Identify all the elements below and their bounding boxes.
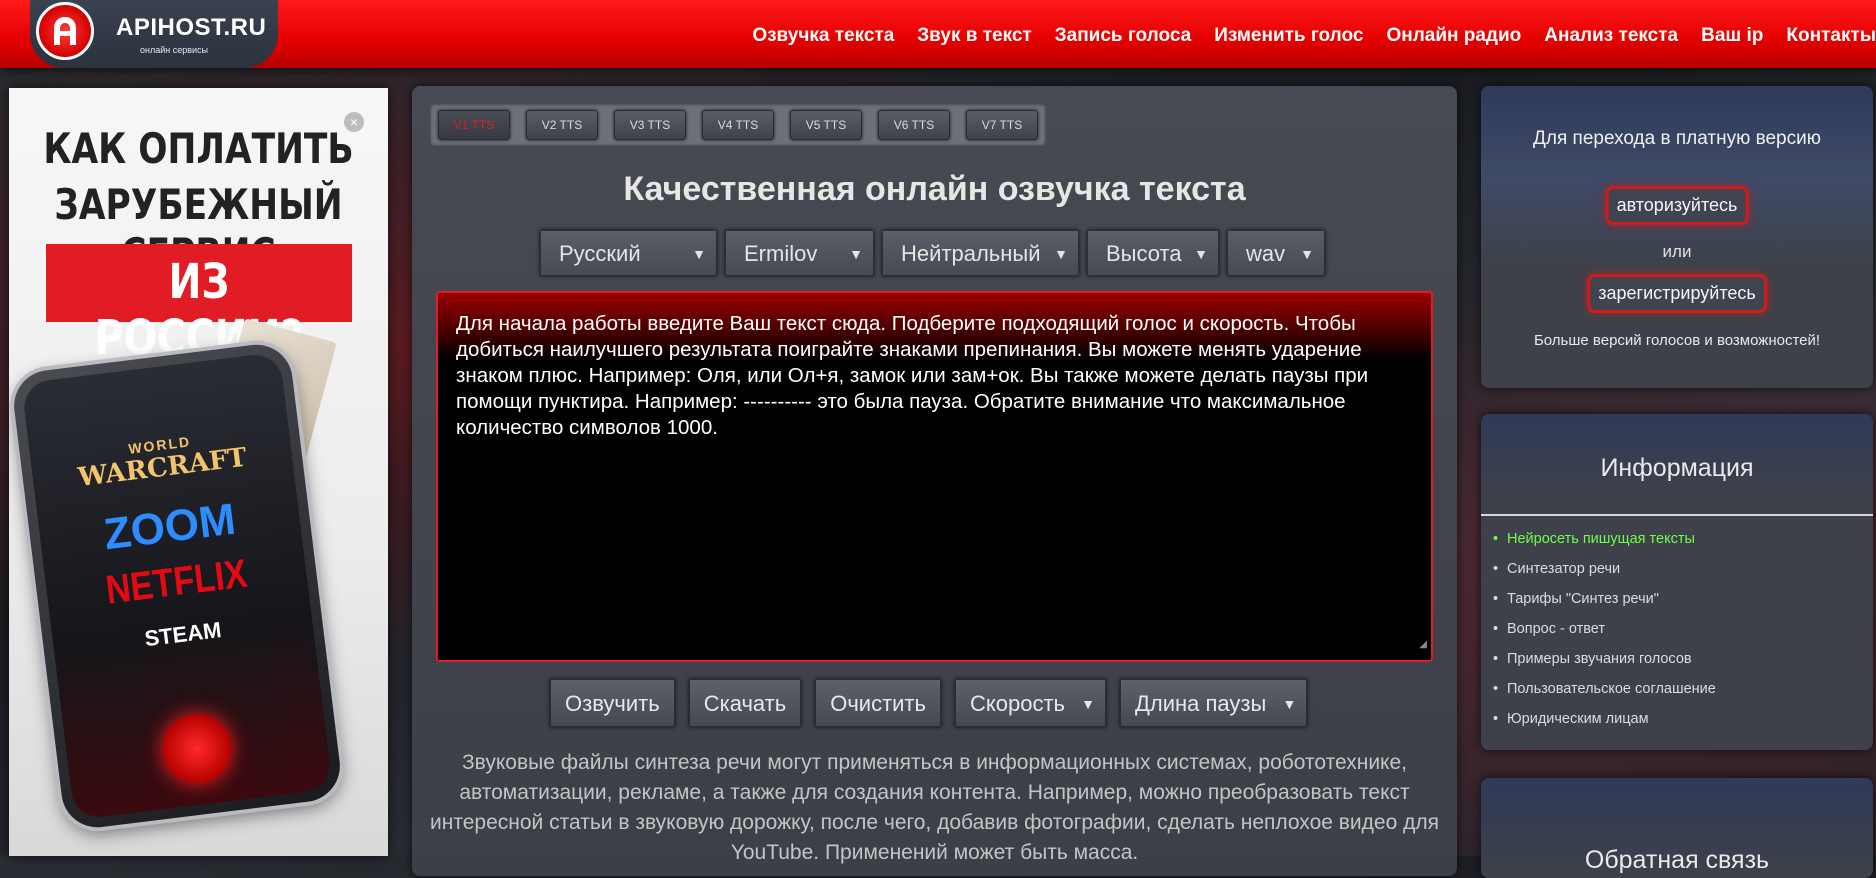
text-input[interactable]: Для начала работы введите Ваш текст сюда… — [436, 291, 1433, 662]
chevron-down-icon: ▼ — [1194, 246, 1208, 262]
voice-select-value: Ermilov — [744, 241, 818, 266]
format-select[interactable]: wav ▼ — [1227, 230, 1325, 276]
or-text: или — [1662, 242, 1692, 261]
feedback-title: Обратная связь — [1584, 846, 1770, 874]
pause-length-select[interactable]: Длина паузы ▼ — [1120, 679, 1308, 727]
nav-link-text-analysis[interactable]: Анализ текста — [1544, 25, 1678, 47]
info-card: Информация • Нейросеть пишущая тексты • Си… — [1481, 414, 1873, 750]
clear-button[interactable]: Очистить — [815, 679, 941, 727]
voice-select[interactable]: Ermilov ▼ — [725, 230, 874, 276]
pitch-select[interactable]: Высота ▼ — [1087, 230, 1219, 276]
voice-settings: Русский ▼ Ermilov ▼ Нейтральный ▼ Высота… — [540, 230, 1333, 276]
pitch-select-value: Высота — [1106, 241, 1182, 266]
tab-v6-tts[interactable]: V6 TTS — [878, 110, 950, 140]
site-header: APIHOST.RU онлайн сервисы Озвучка текста… — [0, 0, 1876, 68]
login-button[interactable]: авторизуйтесь — [1605, 186, 1749, 225]
language-select[interactable]: Русский ▼ — [540, 230, 717, 276]
nav-link-tts[interactable]: Озвучка текста — [752, 25, 894, 47]
nav-link-change-voice[interactable]: Изменить голос — [1214, 25, 1363, 47]
main-nav: Озвучка текста Звук в текст Запись голос… — [729, 0, 1876, 72]
chevron-down-icon: ▼ — [849, 246, 863, 262]
emotion-select[interactable]: Нейтральный ▼ — [882, 230, 1079, 276]
info-link-synthesizer[interactable]: • Синтезатор речи — [1493, 554, 1716, 584]
tab-v5-tts[interactable]: V5 TTS — [790, 110, 862, 140]
nav-link-speech-to-text[interactable]: Звук в текст — [917, 25, 1031, 47]
pause-length-select-label: Длина паузы — [1135, 691, 1267, 716]
phone-image: WORLD WARCRAFT ZOOM NETFLIX STEAM — [10, 340, 344, 832]
action-bar: Озвучить Скачать Очистить Скорость ▼ Дли… — [550, 679, 1321, 727]
speak-button[interactable]: Озвучить — [550, 679, 675, 727]
info-list: • Нейросеть пишущая тексты • Синтезатор ре… — [1493, 524, 1716, 734]
info-link-legal-entities[interactable]: • Юридическим лицам — [1493, 704, 1716, 734]
nav-link-your-ip[interactable]: Ваш ip — [1701, 25, 1763, 47]
chevron-down-icon: ▼ — [1300, 246, 1314, 262]
tab-v7-tts[interactable]: V7 TTS — [966, 110, 1038, 140]
info-title: Информация — [1600, 454, 1754, 482]
info-link-voice-samples[interactable]: • Примеры звучания голосов — [1493, 644, 1716, 674]
tts-panel: V1 TTS V2 TTS V3 TTS V4 TTS V5 TTS V6 TT… — [412, 86, 1457, 876]
language-select-value: Русский — [559, 241, 641, 266]
chevron-down-icon: ▼ — [1054, 246, 1068, 262]
tab-v4-tts[interactable]: V4 TTS — [702, 110, 774, 140]
info-link-faq[interactable]: • Вопрос - ответ — [1493, 614, 1716, 644]
logo-a-icon — [36, 2, 94, 60]
text-input-value: Для начала работы введите Ваш текст сюда… — [456, 312, 1369, 439]
tab-v2-tts[interactable]: V2 TTS — [526, 110, 598, 140]
tab-v3-tts[interactable]: V3 TTS — [614, 110, 686, 140]
nav-link-radio[interactable]: Онлайн радио — [1386, 25, 1521, 47]
speed-select-label: Скорость — [969, 691, 1065, 716]
page-title: Качественная онлайн озвучка текста — [623, 170, 1246, 208]
logo-subtitle: онлайн сервисы — [140, 45, 209, 55]
divider — [1481, 514, 1873, 516]
description-text: Звуковые файлы синтеза речи могут примен… — [430, 751, 1439, 864]
upgrade-card: Для перехода в платную версию авторизуйт… — [1481, 86, 1873, 388]
ad-headline-3-box: ИЗ РОССИИ? — [46, 244, 352, 366]
upgrade-text: Для перехода в платную версию — [1533, 128, 1821, 149]
tts-version-tabs: V1 TTS V2 TTS V3 TTS V4 TTS V5 TTS V6 TT… — [430, 104, 1046, 146]
info-link-tariffs[interactable]: • Тарифы "Синтез речи" — [1493, 584, 1716, 614]
download-button[interactable]: Скачать — [688, 679, 802, 727]
advertisement-banner[interactable]: × КАК ОПЛАТИТЬ ЗАРУБЕЖНЫЙ СЕРВИС ИЗ РОСС… — [9, 88, 388, 856]
tab-v1-tts[interactable]: V1 TTS — [438, 110, 510, 140]
speed-select[interactable]: Скорость ▼ — [954, 679, 1106, 727]
format-select-value: wav — [1246, 241, 1286, 266]
logo-title: APIHOST.RU — [116, 14, 267, 41]
nav-link-contacts[interactable]: Контакты — [1786, 25, 1876, 47]
chevron-down-icon: ▼ — [1282, 696, 1297, 712]
fingerprint-icon — [159, 710, 235, 787]
chevron-down-icon: ▼ — [692, 246, 706, 262]
register-button[interactable]: зарегистрируйтесь — [1587, 274, 1767, 313]
nav-link-voice-record[interactable]: Запись голоса — [1055, 25, 1192, 47]
feedback-card: Обратная связь — [1481, 778, 1873, 878]
emotion-select-value: Нейтральный — [901, 241, 1041, 266]
info-link-user-agreement[interactable]: • Пользовательское соглашение — [1493, 674, 1716, 704]
site-logo[interactable]: APIHOST.RU онлайн сервисы — [30, 0, 278, 68]
more-features-text: Больше версий голосов и возможностей! — [1533, 332, 1821, 349]
ad-headline-1: КАК ОПЛАТИТЬ — [43, 124, 354, 173]
chevron-down-icon: ▼ — [1081, 696, 1095, 712]
resize-handle-icon[interactable]: ◢ — [1419, 632, 1427, 658]
info-link-ai-writer[interactable]: • Нейросеть пишущая тексты — [1493, 524, 1716, 554]
